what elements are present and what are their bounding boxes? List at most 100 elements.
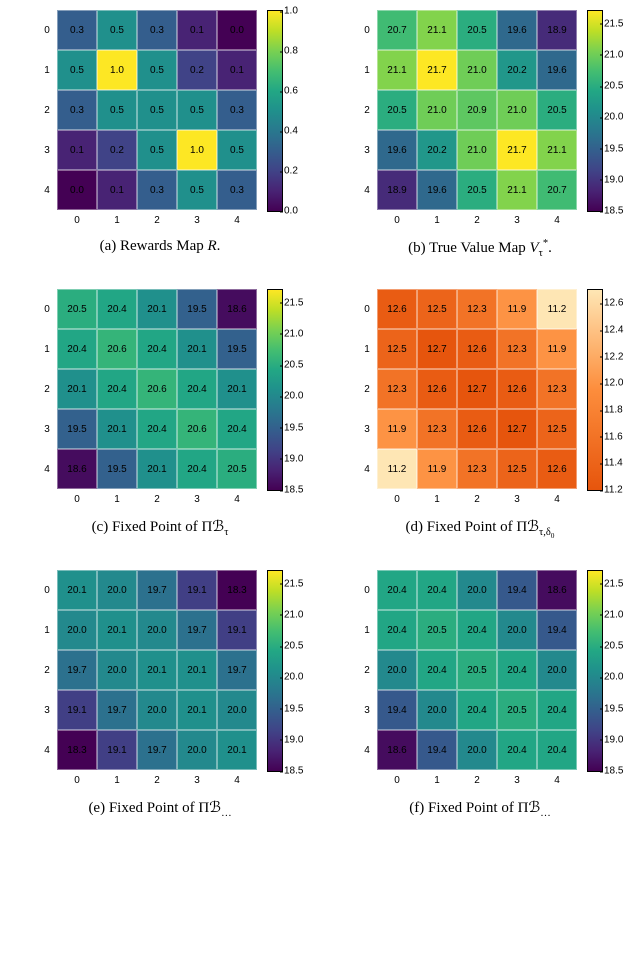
- heatmap-cell: 11.9: [497, 289, 537, 329]
- heatmap-cell: 19.4: [537, 610, 577, 650]
- heatmap-cell: 19.1: [217, 610, 257, 650]
- chart-f: 020.420.420.019.418.6120.420.520.420.019…: [330, 570, 630, 819]
- colorbar: 18.519.019.520.020.521.021.5: [267, 570, 283, 772]
- heatmap-cell: 20.0: [217, 690, 257, 730]
- y-tick: 1: [357, 610, 377, 650]
- heatmap-cell: 18.6: [217, 289, 257, 329]
- y-tick: 3: [357, 690, 377, 730]
- colorbar-tick: 12.0: [604, 378, 623, 389]
- heatmap-cell: 20.1: [217, 369, 257, 409]
- chart-row: 020.721.120.519.618.9121.121.721.020.219…: [357, 10, 603, 230]
- heatmap-cell: 0.3: [57, 90, 97, 130]
- x-tick: 0: [57, 210, 97, 230]
- colorbar-tick: 18.5: [604, 206, 623, 217]
- heatmap-cell: 0.5: [177, 170, 217, 210]
- colorbar-tick: 12.6: [604, 298, 623, 309]
- y-tick: 4: [37, 449, 57, 489]
- heatmap-cell: 12.6: [377, 289, 417, 329]
- heatmap-cell: 20.4: [537, 690, 577, 730]
- y-tick: 1: [37, 50, 57, 90]
- heatmap-cell: 20.1: [217, 730, 257, 770]
- heatmap-cell: 1.0: [177, 130, 217, 170]
- heatmap-cell: 19.4: [377, 690, 417, 730]
- heatmap-cell: 21.0: [457, 50, 497, 90]
- heatmap-cell: 20.5: [377, 90, 417, 130]
- y-tick: 2: [37, 90, 57, 130]
- colorbar-tick: 18.5: [284, 485, 303, 496]
- heatmap-cell: 20.7: [537, 170, 577, 210]
- y-tick: 0: [357, 289, 377, 329]
- heatmap-cell: 12.6: [457, 329, 497, 369]
- heatmap-cell: 12.3: [417, 409, 457, 449]
- colorbar: 18.519.019.520.020.521.021.5: [267, 289, 283, 491]
- x-tick: 3: [497, 489, 537, 509]
- y-tick: 3: [357, 130, 377, 170]
- colorbar-tick: 0.8: [284, 46, 298, 57]
- heatmap-cell: 20.4: [137, 409, 177, 449]
- colorbar-tick: 1.0: [284, 6, 298, 17]
- heatmap-cell: 20.5: [57, 289, 97, 329]
- y-tick: 3: [37, 130, 57, 170]
- x-tick: 2: [137, 489, 177, 509]
- heatmap-cell: 19.7: [57, 650, 97, 690]
- colorbar-tick: 20.5: [604, 81, 623, 92]
- heatmap-cell: 0.1: [217, 50, 257, 90]
- colorbar-tick: 21.5: [284, 578, 303, 589]
- heatmap-cell: 11.9: [537, 329, 577, 369]
- colorbar-tick: 21.0: [604, 609, 623, 620]
- heatmap-cell: 19.5: [57, 409, 97, 449]
- heatmap-cell: 20.5: [457, 170, 497, 210]
- heatmap: 020.721.120.519.618.9121.121.721.020.219…: [357, 10, 577, 230]
- x-tick: 3: [177, 489, 217, 509]
- heatmap-cell: 19.4: [417, 730, 457, 770]
- heatmap-cell: 20.4: [417, 570, 457, 610]
- colorbar-tick: 0.4: [284, 126, 298, 137]
- heatmap-cell: 18.6: [377, 730, 417, 770]
- x-tick: 0: [57, 489, 97, 509]
- heatmap-cell: 0.5: [97, 90, 137, 130]
- heatmap-cell: 20.4: [457, 690, 497, 730]
- colorbar-tick: 0.6: [284, 86, 298, 97]
- heatmap-cell: 12.7: [457, 369, 497, 409]
- chart-a: 00.30.50.30.10.010.51.00.50.20.120.30.50…: [10, 10, 310, 259]
- x-tick: 3: [177, 210, 217, 230]
- x-tick: 0: [377, 770, 417, 790]
- heatmap-cell: 12.5: [537, 409, 577, 449]
- heatmap-cell: 0.5: [217, 130, 257, 170]
- colorbar-tick: 19.0: [604, 734, 623, 745]
- colorbar-tick: 0.2: [284, 166, 298, 177]
- heatmap-cell: 12.3: [377, 369, 417, 409]
- heatmap-cell: 0.1: [97, 170, 137, 210]
- heatmap-cell: 12.6: [537, 449, 577, 489]
- colorbar-tick: 11.6: [604, 431, 623, 442]
- colorbar-tick: 20.0: [284, 391, 303, 402]
- heatmap-cell: 19.1: [97, 730, 137, 770]
- x-tick: 4: [537, 489, 577, 509]
- x-tick: 1: [417, 210, 457, 230]
- heatmap-cell: 0.3: [217, 90, 257, 130]
- heatmap-wrap: 020.420.420.019.418.6120.420.520.420.019…: [357, 570, 577, 790]
- axis-corner: [37, 210, 57, 230]
- colorbar-tick: 20.0: [284, 672, 303, 683]
- heatmap-cell: 12.5: [417, 289, 457, 329]
- y-tick: 3: [37, 409, 57, 449]
- colorbar-tick: 19.5: [604, 703, 623, 714]
- heatmap: 00.30.50.30.10.010.51.00.50.20.120.30.50…: [37, 10, 257, 230]
- colorbar-tick: 20.5: [284, 641, 303, 652]
- heatmap-cell: 12.5: [497, 449, 537, 489]
- heatmap-cell: 20.1: [137, 650, 177, 690]
- x-tick: 2: [137, 210, 177, 230]
- colorbar-tick: 19.0: [284, 453, 303, 464]
- heatmap-cell: 20.1: [177, 690, 217, 730]
- colorbar: 0.00.20.40.60.81.0: [267, 10, 283, 212]
- heatmap-cell: 20.4: [177, 369, 217, 409]
- heatmap-cell: 1.0: [97, 50, 137, 90]
- heatmap-cell: 21.0: [497, 90, 537, 130]
- heatmap-cell: 21.1: [417, 10, 457, 50]
- chart-caption: (c) Fixed Point of Πℬτ: [92, 517, 229, 538]
- axis-corner: [357, 210, 377, 230]
- chart-row: 020.120.019.719.118.3120.020.120.019.719…: [37, 570, 283, 790]
- heatmap-cell: 20.1: [97, 610, 137, 650]
- heatmap-cell: 20.4: [177, 449, 217, 489]
- heatmap-wrap: 020.520.420.119.518.6120.420.620.420.119…: [37, 289, 257, 509]
